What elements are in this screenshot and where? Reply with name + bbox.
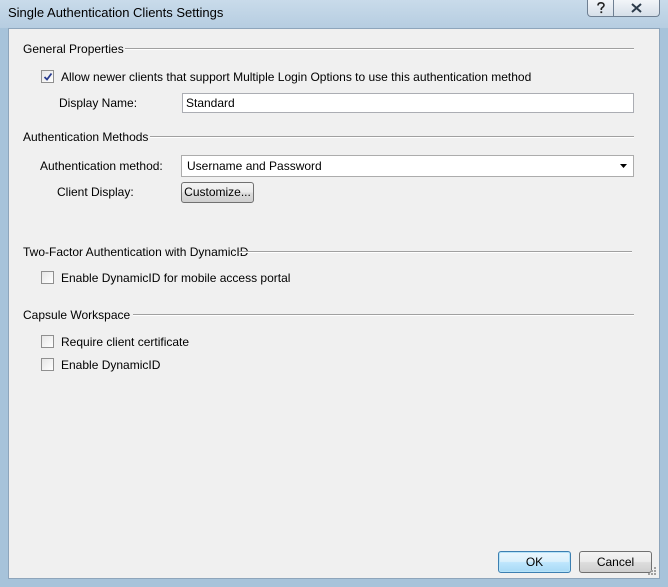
- dialog-window: Single Authentication Clients Settings G…: [0, 0, 668, 587]
- ok-button[interactable]: OK: [498, 551, 571, 573]
- authentication-method-label: Authentication method:: [40, 159, 163, 173]
- require-client-certificate-checkbox[interactable]: [41, 335, 54, 348]
- close-button[interactable]: [614, 0, 660, 17]
- general-properties-divider: [125, 48, 634, 50]
- general-properties-heading: General Properties: [23, 42, 124, 56]
- question-mark-icon: [596, 2, 605, 14]
- display-name-label: Display Name:: [59, 96, 138, 110]
- checkmark-icon: [43, 72, 53, 81]
- enable-dynamicid-portal-label[interactable]: Enable DynamicID for mobile access porta…: [61, 271, 290, 285]
- close-x-icon: [631, 3, 642, 13]
- dialog-client-area: General Properties Allow newer clients t…: [8, 28, 660, 579]
- authentication-methods-divider: [150, 136, 634, 138]
- enable-dynamicid-portal-checkbox[interactable]: [41, 271, 54, 284]
- allow-newer-clients-checkbox[interactable]: [41, 70, 54, 83]
- display-name-input[interactable]: Standard: [182, 93, 634, 113]
- title-bar[interactable]: Single Authentication Clients Settings: [0, 0, 668, 28]
- two-factor-heading: Two-Factor Authentication with DynamicID: [23, 245, 249, 259]
- capsule-workspace-heading: Capsule Workspace: [23, 308, 131, 322]
- authentication-method-select[interactable]: Username and Password: [181, 155, 634, 177]
- capsule-workspace-divider: [133, 314, 634, 316]
- chevron-down-icon: [620, 164, 627, 168]
- enable-dynamicid-label[interactable]: Enable DynamicID: [61, 358, 160, 372]
- help-button[interactable]: [587, 0, 614, 17]
- authentication-method-selected-value: Username and Password: [187, 159, 322, 173]
- two-factor-divider: [239, 251, 632, 253]
- client-display-label: Client Display:: [57, 185, 134, 199]
- cancel-button[interactable]: Cancel: [579, 551, 652, 573]
- customize-button[interactable]: Customize...: [181, 182, 254, 203]
- window-title: Single Authentication Clients Settings: [8, 5, 224, 20]
- allow-newer-clients-label[interactable]: Allow newer clients that support Multipl…: [61, 70, 531, 84]
- enable-dynamicid-checkbox[interactable]: [41, 358, 54, 371]
- authentication-methods-heading: Authentication Methods: [23, 130, 149, 144]
- require-client-certificate-label[interactable]: Require client certificate: [61, 335, 189, 349]
- resize-grip-icon[interactable]: [647, 566, 657, 576]
